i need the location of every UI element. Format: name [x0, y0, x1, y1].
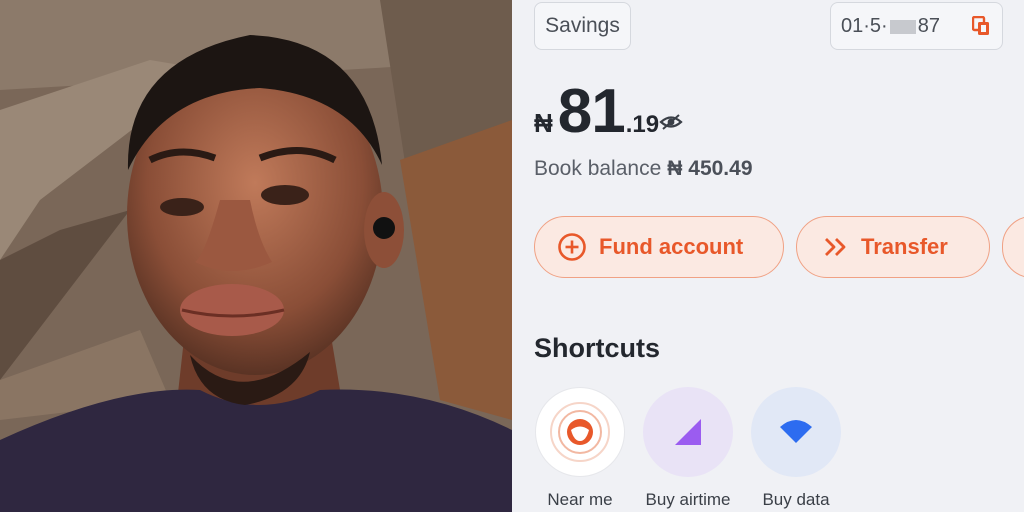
copy-icon[interactable] — [972, 16, 990, 36]
buy-airtime-label: Buy airtime — [645, 490, 731, 509]
buy-data-circle[interactable] — [751, 387, 841, 477]
double-chevron-right-icon — [825, 238, 846, 256]
balance-main-amount: 81 — [557, 77, 626, 146]
selfie-image — [0, 0, 512, 512]
buy-airtime-circle[interactable] — [643, 387, 733, 477]
wifi-icon — [780, 420, 812, 443]
banking-app-panel: Savings 01·5· 87 ₦ 81 .19 Book balance ₦ 4… — [512, 0, 1024, 512]
balance-decimal: .19 — [625, 111, 660, 138]
available-balance: ₦ 81 .19 — [534, 76, 659, 146]
fund-account-label: Fund account — [599, 234, 744, 259]
account-number-prefix: 01·5· — [841, 15, 888, 37]
near-me-label: Near me — [547, 490, 613, 509]
near-me-face-icon — [550, 402, 610, 462]
book-balance-label: Book balance — [534, 157, 662, 180]
account-number-chip[interactable]: 01·5· 87 — [830, 2, 1003, 50]
book-balance: Book balance ₦ 450.49 — [534, 157, 753, 181]
more-actions-button[interactable] — [1002, 216, 1024, 278]
account-number-suffix: 87 — [917, 15, 940, 37]
account-type-chip[interactable]: Savings — [534, 2, 631, 50]
signal-bars-icon — [675, 419, 701, 445]
currency-symbol: ₦ — [534, 108, 553, 138]
hide-balance-eye-icon[interactable] — [659, 113, 683, 131]
account-number-mask — [889, 19, 916, 34]
book-balance-value: ₦ 450.49 — [667, 157, 753, 180]
shortcut-buy-airtime[interactable]: Buy airtime — [642, 387, 734, 510]
plus-circle-icon — [558, 233, 586, 261]
shortcut-near-me[interactable]: Near me — [534, 387, 626, 510]
transfer-button[interactable]: Transfer — [796, 216, 990, 278]
account-type-label: Savings — [545, 14, 620, 37]
shortcuts-heading: Shortcuts — [534, 333, 661, 363]
transfer-label: Transfer — [861, 234, 948, 259]
profile-photo — [0, 0, 512, 512]
near-me-circle[interactable] — [535, 387, 625, 477]
fund-account-button[interactable]: Fund account — [534, 216, 784, 278]
shortcut-buy-data[interactable]: Buy data — [750, 387, 842, 510]
buy-data-label: Buy data — [762, 490, 830, 509]
